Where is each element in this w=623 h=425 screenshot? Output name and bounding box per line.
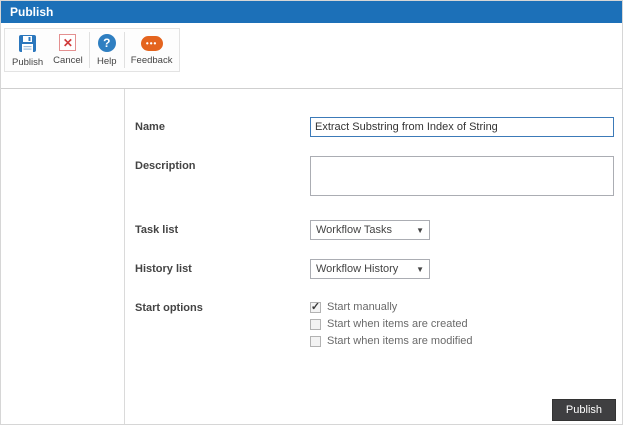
history-list-selected-value: Workflow History	[316, 263, 399, 275]
chevron-down-icon: ▼	[416, 225, 424, 235]
ribbon-toolbar: Publish ✕ Cancel ? Help ••• Feedback	[1, 23, 622, 89]
start-items-created-option-label: Start when items are created	[327, 318, 468, 330]
description-row: Description	[135, 156, 614, 201]
name-row: Name	[135, 117, 614, 137]
cancel-button[interactable]: ✕ Cancel	[48, 30, 88, 70]
start-items-modified-option[interactable]: Start when items are modified	[310, 335, 614, 347]
start-manually-option[interactable]: ✓ Start manually	[310, 301, 614, 313]
cancel-icon: ✕	[59, 34, 77, 51]
task-list-selected-value: Workflow Tasks	[316, 224, 393, 236]
feedback-button-label: Feedback	[130, 55, 173, 66]
history-list-select[interactable]: Workflow History ▼	[310, 259, 430, 279]
publish-button-label: Publish	[12, 57, 44, 68]
feedback-button[interactable]: ••• Feedback	[126, 30, 178, 70]
history-list-row: History list Workflow History ▼	[135, 259, 614, 279]
task-list-label: Task list	[135, 224, 179, 236]
help-icon: ?	[97, 34, 116, 52]
chevron-down-icon: ▼	[416, 264, 424, 274]
cancel-button-label: Cancel	[53, 55, 83, 66]
task-list-row: Task list Workflow Tasks ▼	[135, 220, 614, 240]
start-manually-checkbox[interactable]: ✓	[310, 301, 321, 313]
title-bar: Publish	[1, 1, 622, 23]
history-list-label: History list	[135, 263, 192, 275]
page-title: Publish	[10, 5, 54, 19]
start-manually-option-label: Start manually	[327, 301, 398, 313]
feedback-icon: •••	[140, 36, 163, 51]
left-pane	[1, 89, 125, 424]
dialog-body: Name Description Task list Workflow Task…	[1, 89, 622, 424]
publish-dialog: Publish Publish ✕ Cancel ? Help ••• Feed…	[0, 0, 623, 425]
start-options-label: Start options	[135, 302, 203, 314]
start-items-modified-checkbox[interactable]	[310, 335, 321, 347]
toolbar-separator	[88, 32, 90, 68]
task-list-select[interactable]: Workflow Tasks ▼	[310, 220, 430, 240]
description-textarea[interactable]	[310, 156, 614, 196]
footer-publish-button[interactable]: Publish	[551, 399, 616, 421]
publish-form: Name Description Task list Workflow Task…	[125, 89, 622, 424]
ribbon-group: Publish ✕ Cancel ? Help ••• Feedback	[4, 28, 181, 72]
help-button[interactable]: ? Help	[91, 30, 123, 70]
start-items-modified-option-label: Start when items are modified	[327, 335, 473, 347]
start-items-created-option[interactable]: Start when items are created	[310, 318, 614, 330]
help-button-label: Help	[96, 56, 117, 67]
start-options-row: Start options ✓ Start manually Start whe…	[135, 298, 614, 352]
start-items-created-checkbox[interactable]	[310, 318, 321, 330]
description-label: Description	[135, 160, 196, 172]
save-icon	[19, 35, 37, 52]
name-input[interactable]	[310, 117, 614, 137]
name-label: Name	[135, 121, 165, 133]
toolbar-separator	[123, 32, 125, 68]
publish-button[interactable]: Publish	[7, 30, 48, 70]
